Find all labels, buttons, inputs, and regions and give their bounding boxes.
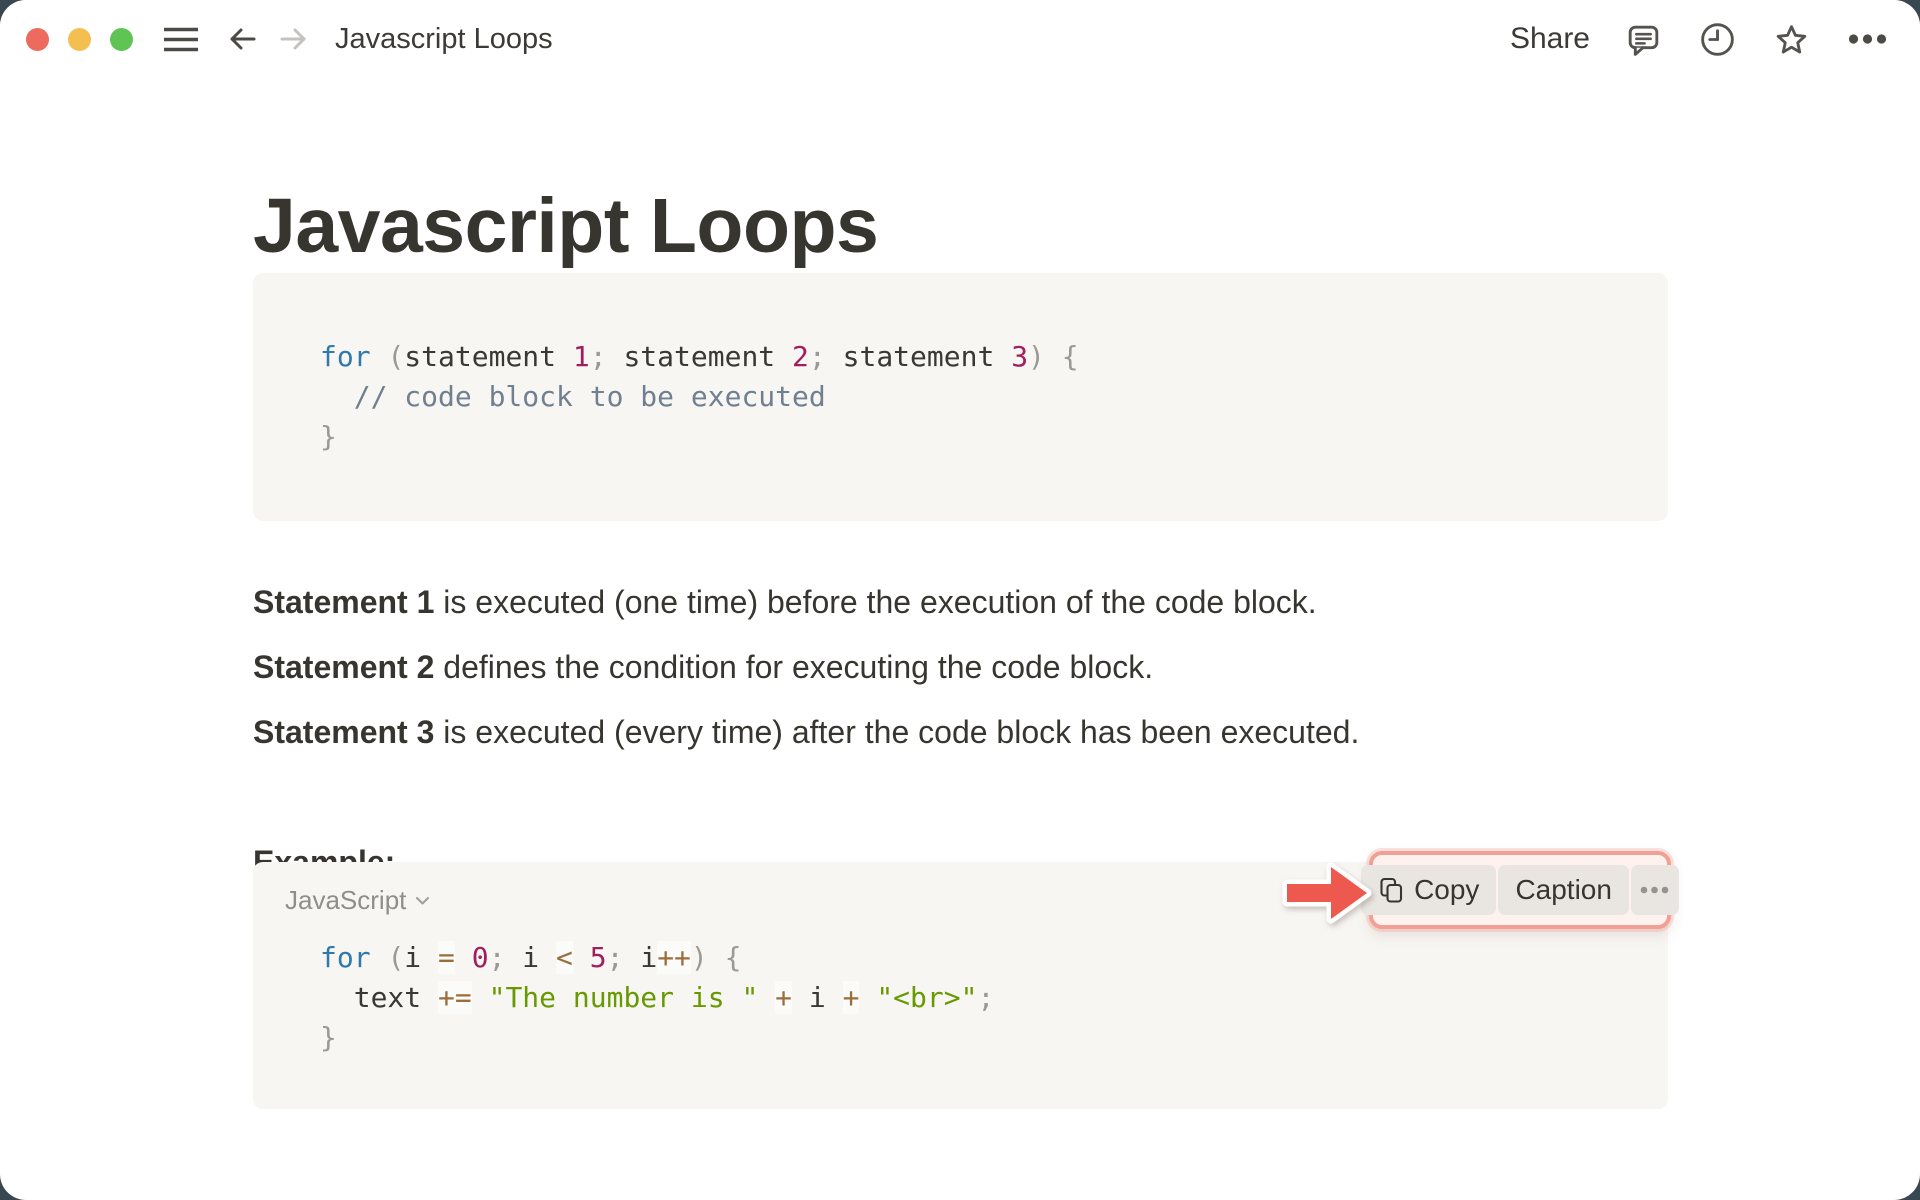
caption-button[interactable]: Caption <box>1498 865 1629 915</box>
code-content-syntax: for (statement 1; statement 2; statement… <box>320 337 1079 457</box>
paragraph-statement-3: Statement 3 is executed (every time) aft… <box>253 712 1359 752</box>
language-label: JavaScript <box>285 885 406 916</box>
more-options-icon[interactable] <box>1845 19 1890 59</box>
back-arrow-icon[interactable] <box>225 22 259 56</box>
caption-button-label: Caption <box>1515 874 1612 906</box>
code-content-example: for (i = 0; i < 5; i++) { text += "The n… <box>320 938 994 1058</box>
ellipsis-icon <box>1638 884 1671 896</box>
page-title: Javascript Loops <box>253 183 878 269</box>
bold-term: Statement 1 <box>253 584 434 620</box>
breadcrumb-page-title[interactable]: Javascript Loops <box>335 23 553 56</box>
window-titlebar: Javascript Loops Share <box>0 0 1920 78</box>
paragraph-text: is executed (every time) after the code … <box>434 714 1359 750</box>
paragraph-text: defines the condition for executing the … <box>434 649 1153 685</box>
sidebar-menu-icon[interactable] <box>163 26 199 53</box>
bold-term: Statement 2 <box>253 649 434 685</box>
copy-icon <box>1378 877 1405 904</box>
comments-icon[interactable] <box>1623 19 1664 60</box>
zoom-window-button[interactable] <box>110 28 133 51</box>
history-clock-icon[interactable] <box>1697 19 1738 60</box>
code-hover-toolbar: Copy Caption <box>1361 865 1679 915</box>
chevron-down-icon <box>415 896 430 906</box>
red-arrow-annotation <box>1268 850 1374 932</box>
annotation-highlight-box: Copy Caption <box>1369 851 1671 929</box>
more-code-options-button[interactable] <box>1631 865 1679 915</box>
forward-arrow-icon[interactable] <box>277 22 311 56</box>
paragraph-text: is executed (one time) before the execut… <box>434 584 1316 620</box>
close-window-button[interactable] <box>26 28 49 51</box>
share-button[interactable]: Share <box>1510 22 1590 56</box>
app-window: Javascript Loops Share <box>0 0 1920 1200</box>
paragraph-statement-1: Statement 1 is executed (one time) befor… <box>253 582 1317 622</box>
minimize-window-button[interactable] <box>68 28 91 51</box>
paragraph-statement-2: Statement 2 defines the condition for ex… <box>253 647 1153 687</box>
copy-button-label: Copy <box>1414 874 1479 906</box>
bold-term: Statement 3 <box>253 714 434 750</box>
language-selector[interactable]: JavaScript <box>285 885 430 916</box>
traffic-lights <box>26 28 133 51</box>
copy-button[interactable]: Copy <box>1361 865 1496 915</box>
favorite-star-icon[interactable] <box>1771 19 1812 60</box>
code-block-syntax[interactable]: for (statement 1; statement 2; statement… <box>253 273 1668 521</box>
titlebar-actions: Share <box>1510 19 1890 60</box>
